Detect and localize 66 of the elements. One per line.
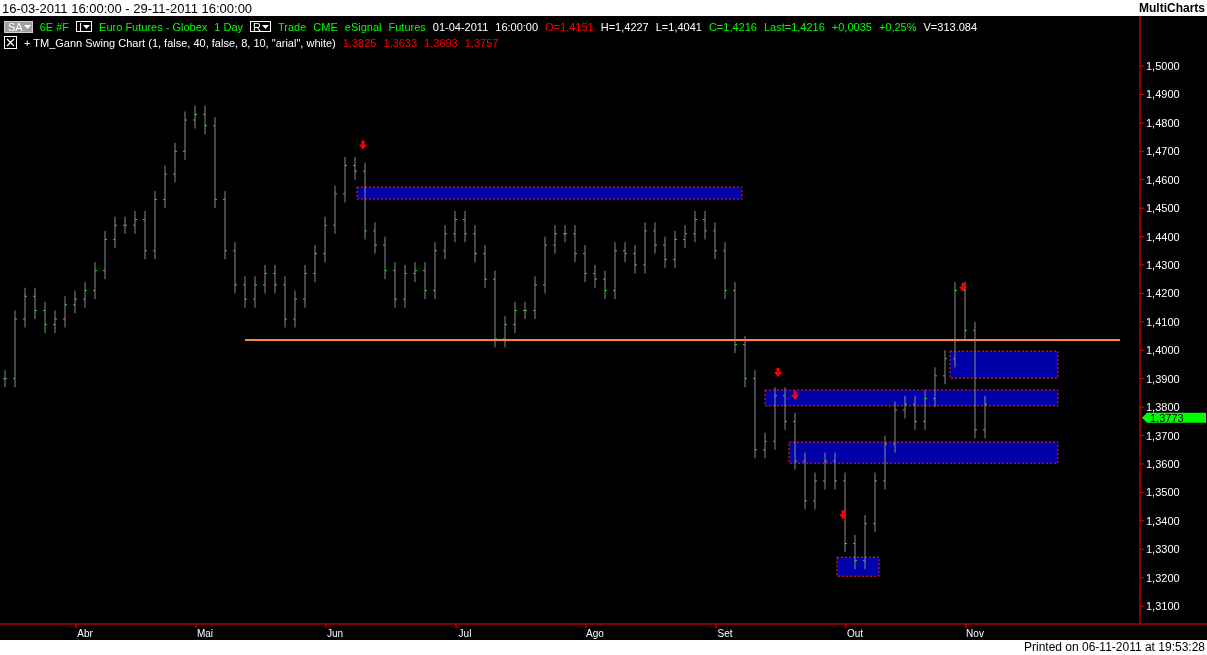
legend-text: Trade [278,20,307,33]
price-axis-label: 1,4100 [1146,315,1180,328]
price-axis-label: 1,3100 [1146,600,1180,613]
legend-text: L=1,4041 [655,20,702,33]
month-axis-label: Out [846,628,864,639]
price-axis-label: 1,3900 [1146,372,1180,385]
legend-text: 1 Day [214,20,244,33]
legend-text: 1,3693 [424,36,458,49]
legend-text: 1,3757 [464,36,499,49]
legend-text: eSignal [344,20,382,33]
down-arrow-icon [791,390,799,400]
legend-text: V=313.084 [923,20,978,33]
close-icon [6,38,15,47]
price-axis-label: 1,4000 [1146,344,1180,357]
price-axis-label: 1,4600 [1146,173,1180,186]
month-axis-label: Jul [458,628,472,639]
mode-dropdown[interactable]: R [250,21,272,32]
price-axis-label: 1,4500 [1146,202,1180,215]
legend-text: 01-04-2011 [432,20,489,33]
price-axis-label: 1,4400 [1146,230,1180,243]
price-axis-label: 1,4700 [1146,145,1180,158]
zone-rectangle [836,556,880,577]
legend-text: 1,3825 [342,36,377,49]
legend-text: 1,3633 [383,36,418,49]
month-axis-label: Set [717,628,733,639]
price-axis-label: 1,3300 [1146,543,1180,556]
down-arrow-icon [959,282,967,292]
legend-text: 6E #F [39,20,70,33]
brand-name: MultiCharts [1139,1,1205,15]
price-axis-label: 1,4300 [1146,259,1180,271]
caret-icon [23,24,31,29]
price-axis-label: 1,3500 [1146,486,1180,499]
mode-dropdown[interactable]: I [76,21,93,32]
price-axis-label: 1,3800 [1146,401,1180,414]
legend-text: CME [313,20,338,33]
price-axis-label: 1,4800 [1146,116,1180,129]
down-arrow-icon [774,368,782,377]
price-axis-label: 1,4900 [1146,88,1180,101]
date-range: 16-03-2011 16:00:00 - 29-11-2011 16:00:00 [2,0,253,16]
close-button[interactable] [4,36,17,49]
legend-text: 16:00:00 [495,20,539,33]
caret-icon [262,24,270,29]
legend-text: Last=1,4216 [763,20,825,33]
month-axis-label: Ago [586,628,604,639]
last-price-tag: 1,3773 [1142,411,1206,424]
down-arrow-icon [839,510,847,520]
month-axis-label: Abr [77,628,93,639]
month-axis-label: Mai [196,628,214,639]
price-axis-label: 1,3600 [1146,457,1180,470]
legend-text: C=1,4216 [708,20,757,33]
legend-text: +0,0035 [831,20,872,33]
price-axis-label: 1,3400 [1146,514,1180,527]
legend-text: +0,25% [878,20,917,33]
price-axis-label: 1,5000 [1146,60,1180,73]
legend-text: Futures [388,20,426,33]
legend-text: O=1,4151 [545,20,594,33]
price-axis-label: 1,3200 [1146,571,1180,584]
price-axis-label: 1,4200 [1146,287,1180,300]
month-axis-label: Nov [966,628,984,639]
legend-text: H=1,4227 [600,20,649,33]
month-axis-label: Jun [326,628,344,639]
caret-icon [83,24,91,29]
legend-text: + TM_Gann Swing Chart (1, false, 40, false, 8, 10, "arial", white) [24,36,336,49]
legend-text: Euro Futures - Globex [99,20,208,33]
price-axis-label: 1,3700 [1146,429,1180,442]
down-arrow-icon [359,140,367,150]
